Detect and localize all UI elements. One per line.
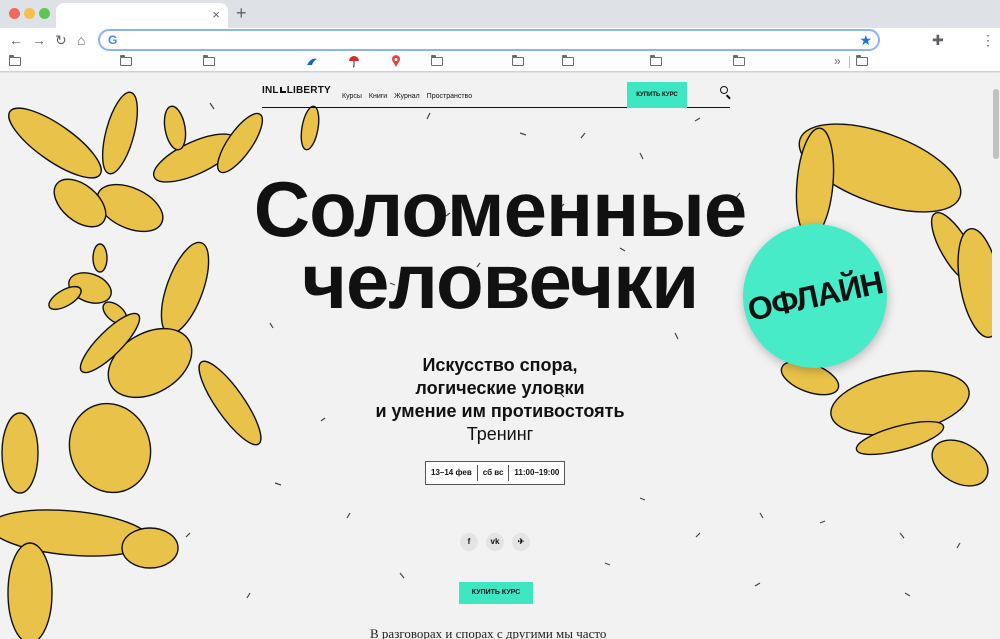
schedule-box: 13–14 фев сб вс 11:00–19:00 [425, 461, 566, 485]
menu-item-journal[interactable]: Журнал [394, 93, 420, 100]
schedule-dates: 13–14 фев [431, 468, 472, 477]
course-subtitle: Искусство спора, логические уловки и уме… [0, 354, 1000, 446]
bookmark-folder-icon[interactable] [119, 55, 132, 66]
bookmark-wave-icon[interactable] [306, 57, 318, 66]
bookmark-folder-icon[interactable] [855, 55, 868, 66]
browser-menu-icon[interactable]: ⋮ [981, 31, 995, 49]
bookmark-star-icon[interactable]: ★ [859, 31, 872, 49]
google-icon: G [108, 33, 118, 47]
web-page: INL LIBERTY Курсы Книги Журнал Пространст… [0, 73, 1000, 639]
buy-course-header-button[interactable]: КУПИТЬ КУРС [627, 82, 687, 108]
vk-icon[interactable]: vk [486, 533, 504, 551]
bookmarks-bar: » [0, 52, 1000, 72]
menu-item-space[interactable]: Пространство [427, 93, 472, 100]
menu-item-books[interactable]: Книги [369, 93, 387, 100]
address-bar[interactable]: G ★ [98, 29, 880, 51]
telegram-icon[interactable]: ✈ [512, 533, 530, 551]
new-tab-button[interactable]: + [236, 3, 247, 23]
extensions-icon[interactable]: ✚ [932, 31, 944, 49]
close-tab-icon[interactable]: × [212, 7, 220, 23]
back-icon[interactable]: ← [9, 31, 23, 49]
bookmarks-more-icon[interactable]: » [834, 54, 841, 68]
maximize-window-button[interactable] [39, 8, 50, 19]
search-icon[interactable] [720, 86, 728, 94]
minimize-window-button[interactable] [24, 8, 35, 19]
social-share: f vk ✈ [460, 533, 530, 551]
scrollbar-thumb[interactable] [993, 89, 999, 159]
schedule-days: сб вс [482, 468, 504, 477]
forward-icon[interactable]: → [32, 31, 46, 49]
bookmark-umbrella-icon[interactable] [348, 55, 360, 68]
bookmark-folder-icon[interactable] [511, 55, 524, 66]
site-logo[interactable]: INL LIBERTY [262, 85, 331, 96]
bookmark-folder-icon[interactable] [430, 55, 443, 66]
browser-tab[interactable]: × [56, 3, 228, 28]
schedule-time: 11:00–19:00 [514, 468, 560, 477]
bookmark-map-pin-icon[interactable] [391, 55, 401, 68]
course-format: Тренинг [466, 424, 534, 444]
bookmark-folder-icon[interactable] [649, 55, 662, 66]
bookmark-folder-icon[interactable] [561, 55, 574, 66]
site-header: INL LIBERTY Курсы Книги Журнал Пространст… [262, 80, 730, 108]
bookmark-folder-icon[interactable] [202, 55, 215, 66]
home-icon[interactable]: ⌂ [77, 31, 85, 49]
site-menu: Курсы Книги Журнал Пространство [342, 93, 477, 100]
reload-icon[interactable]: ↻ [55, 31, 67, 49]
logo-mark-icon [279, 87, 286, 93]
bookmarks-divider [849, 56, 850, 68]
buy-course-button[interactable]: КУПИТЬ КУРС [459, 582, 533, 604]
facebook-icon[interactable]: f [460, 533, 478, 551]
browser-toolbar: ← → ↻ ⌂ G ★ ✚ ⋮ [0, 28, 1000, 52]
close-window-button[interactable] [9, 8, 20, 19]
lead-paragraph: В разговорах и спорах с другими мы часто [370, 626, 607, 639]
bookmark-folder-icon[interactable] [732, 55, 745, 66]
bookmark-folder-icon[interactable] [8, 55, 21, 66]
tab-strip: × + [0, 0, 1000, 28]
menu-item-courses[interactable]: Курсы [342, 93, 362, 100]
